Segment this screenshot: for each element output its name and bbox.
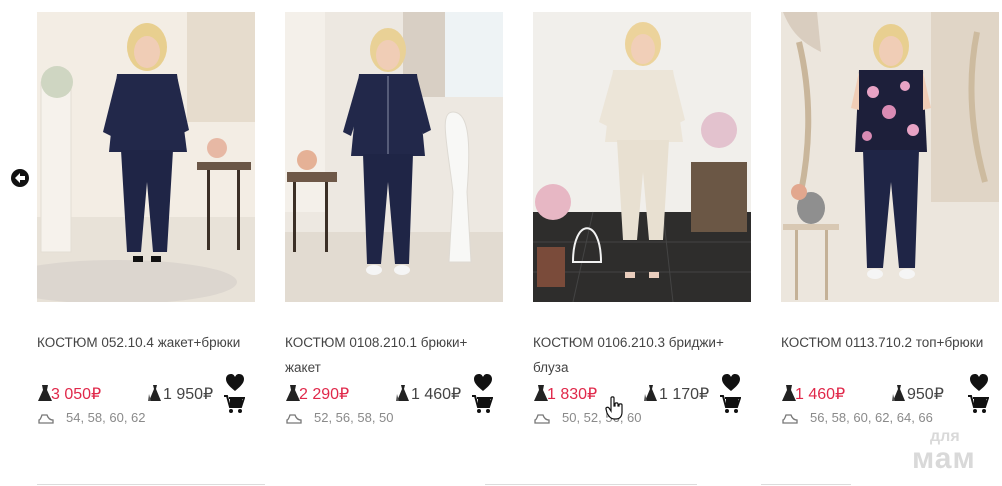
heart-icon[interactable] [473, 374, 493, 392]
dress-multi-icon [148, 385, 161, 401]
retail-price: 1 460₽ [795, 386, 846, 403]
price-row: 3 050₽ 1 950₽ [37, 374, 255, 413]
product-image[interactable] [781, 12, 999, 302]
price-row: 1 830₽ 1 170₽ [533, 374, 751, 413]
divider [37, 484, 265, 485]
size-icon [534, 414, 550, 424]
product-image[interactable] [285, 12, 503, 302]
watermark-logo: для мам [912, 429, 992, 475]
sizes: 50, 52, 56, 60 [562, 410, 642, 425]
watermark-line2: мам [912, 442, 976, 475]
product-image[interactable] [37, 12, 255, 302]
sizes: 56, 58, 60, 62, 64, 66 [810, 410, 933, 425]
product-card[interactable]: КОСТЮМ 052.10.4 жакет+брюки 3 050₽ 1 950… [37, 12, 265, 485]
hand-cursor-icon [605, 396, 623, 420]
dress-multi-icon [644, 385, 657, 401]
divider [761, 484, 851, 485]
size-icon [782, 414, 798, 424]
carousel-prev-button[interactable] [11, 169, 29, 187]
product-card[interactable]: КОСТЮМ 0106.210.3 бриджи+ блуза 1 830₽ 1… [485, 12, 753, 485]
size-icon [38, 414, 54, 424]
heart-icon[interactable] [721, 374, 741, 392]
retail-price: 3 050₽ [51, 386, 102, 403]
product-card[interactable]: КОСТЮМ 0113.710.2 топ+брюки 1 460₽ 950₽ … [761, 12, 1001, 485]
sizes: 54, 58, 60, 62 [66, 410, 146, 425]
cart-icon[interactable] [967, 394, 989, 414]
arrow-left-circle-icon [15, 173, 25, 183]
cart-icon[interactable] [719, 394, 741, 414]
product-title[interactable]: КОСТЮМ 0106.210.3 бриджи+ блуза [533, 330, 745, 380]
product-title[interactable]: КОСТЮМ 0113.710.2 топ+брюки [781, 330, 993, 355]
cart-icon[interactable] [223, 394, 245, 414]
sizes: 52, 56, 58, 50 [314, 410, 394, 425]
size-icon [286, 414, 302, 424]
divider [485, 484, 697, 485]
heart-icon[interactable] [225, 374, 245, 392]
product-title[interactable]: КОСТЮМ 052.10.4 жакет+брюки [37, 330, 249, 355]
wholesale-price: 1 950₽ [163, 386, 214, 403]
wholesale-price: 1 460₽ [411, 386, 462, 403]
cart-icon[interactable] [471, 394, 493, 414]
product-title[interactable]: КОСТЮМ 0108.210.1 брюки+ жакет [285, 330, 497, 380]
price-row: 1 460₽ 950₽ [781, 374, 999, 413]
heart-icon[interactable] [969, 374, 989, 392]
product-image[interactable] [533, 12, 751, 302]
product-card[interactable]: КОСТЮМ 0108.210.1 брюки+ жакет 2 290₽ 1 … [285, 12, 505, 482]
wholesale-price: 950₽ [907, 386, 944, 403]
retail-price: 1 830₽ [547, 386, 598, 403]
retail-price: 2 290₽ [299, 386, 350, 403]
wholesale-price: 1 170₽ [659, 386, 710, 403]
dress-multi-icon [892, 385, 905, 401]
price-row: 2 290₽ 1 460₽ [285, 374, 503, 413]
dress-multi-icon [396, 385, 409, 401]
